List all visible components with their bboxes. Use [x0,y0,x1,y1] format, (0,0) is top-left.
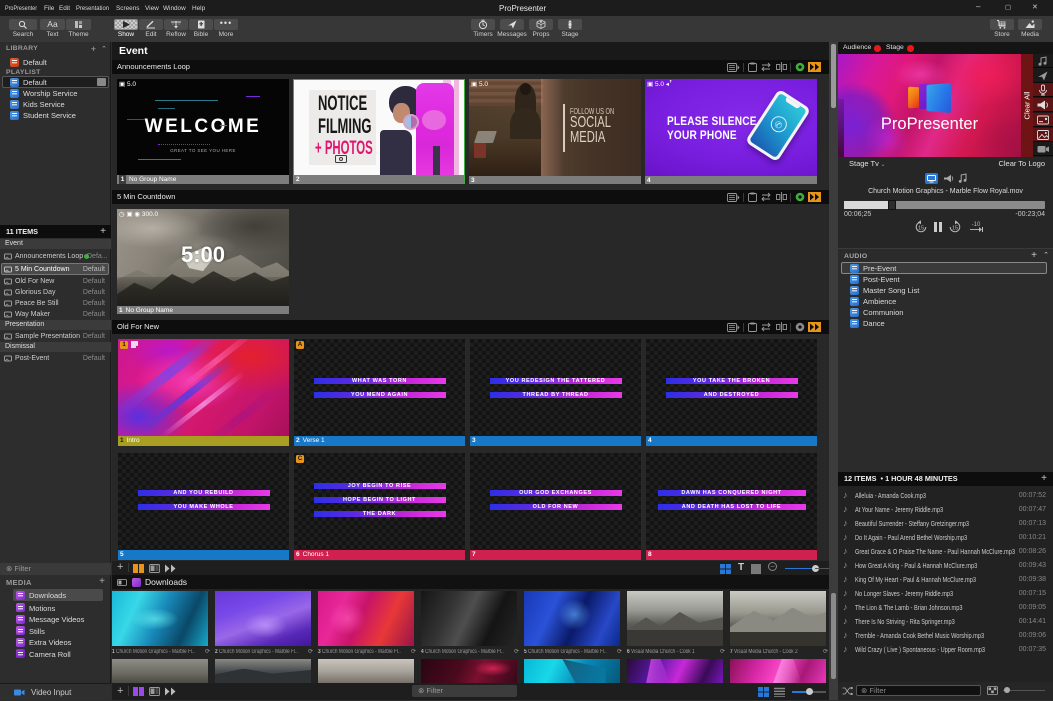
svg-text:-10: -10 [972,222,981,228]
svg-text:15: 15 [952,225,958,231]
svg-text:15: 15 [918,225,924,231]
